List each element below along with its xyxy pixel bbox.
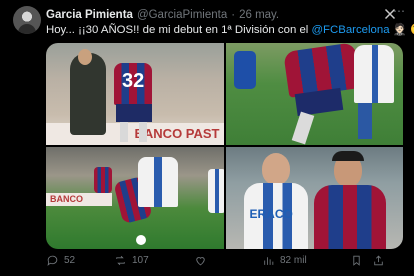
player-shorts	[116, 104, 152, 122]
photo-3[interactable]: BANCO	[46, 147, 224, 249]
tweet[interactable]: Garcia Pimienta @GarciaPimienta · 26 may…	[0, 0, 414, 276]
photo-1[interactable]: BANCO PAST 32	[46, 43, 224, 145]
like-icon	[196, 257, 205, 266]
bookmark-button[interactable]	[350, 254, 372, 267]
reply-button[interactable]: 52	[46, 254, 114, 267]
teammate-jersey	[94, 167, 112, 193]
tweet-header: Garcia Pimienta @GarciaPimienta · 26 may…	[46, 7, 386, 23]
opponent-jersey-2	[208, 169, 224, 213]
author-name[interactable]: Garcia Pimienta	[46, 9, 133, 21]
like-button[interactable]	[194, 254, 262, 267]
reply-count: 52	[64, 255, 76, 266]
background-player	[233, 51, 256, 89]
player-hair	[331, 151, 364, 161]
avatar[interactable]	[13, 6, 41, 34]
player-leg-right	[139, 122, 147, 142]
tweet-text: Hoy... ¡¡30 AÑOS!! de mi debut en 1ª Div…	[46, 23, 414, 37]
opponent-face	[261, 153, 290, 185]
tweet-text-emoji: 🤵🏻 😉	[392, 24, 414, 36]
views-icon	[264, 257, 274, 265]
author-handle[interactable]: @GarciaPimienta	[137, 9, 227, 21]
share-button[interactable]	[372, 254, 392, 267]
views-button[interactable]: 82 mil	[262, 254, 350, 267]
coach-figure	[70, 53, 106, 135]
mention-link[interactable]: @FCBarcelona	[311, 24, 389, 36]
tweet-text-part: Hoy... ¡¡30 AÑOS!! de mi debut en 1ª Div…	[46, 24, 312, 36]
player-leg-left	[120, 122, 128, 142]
repost-button[interactable]: 107	[114, 254, 194, 267]
photo-4[interactable]: ERACO	[225, 147, 403, 249]
opponent-leg	[357, 103, 372, 139]
media-grid[interactable]: BANCO PAST 32 BANCO ERACO	[46, 43, 403, 249]
coach-head	[78, 49, 92, 65]
shirt-sponsor: ERACO	[249, 207, 293, 221]
post-date[interactable]: 26 may.	[239, 9, 279, 21]
bookmark-icon	[353, 255, 360, 266]
opponent-jersey	[353, 45, 394, 103]
jersey-number: 32	[122, 70, 145, 92]
player-jersey	[313, 185, 386, 249]
photo-2[interactable]	[225, 43, 403, 145]
more-icon[interactable]: ⋯	[393, 4, 406, 18]
repost-count: 107	[132, 255, 149, 266]
opponent-jersey	[138, 157, 178, 207]
ad-banner: BANCO	[46, 193, 112, 206]
player-leg	[291, 111, 314, 145]
views-count: 82 mil	[280, 255, 307, 266]
share-icon	[374, 255, 383, 266]
separator-dot: ·	[231, 9, 236, 21]
action-bar: 52 107 82 mil	[46, 254, 396, 267]
reply-icon	[47, 255, 58, 266]
repost-icon	[116, 255, 125, 266]
football	[136, 235, 146, 245]
